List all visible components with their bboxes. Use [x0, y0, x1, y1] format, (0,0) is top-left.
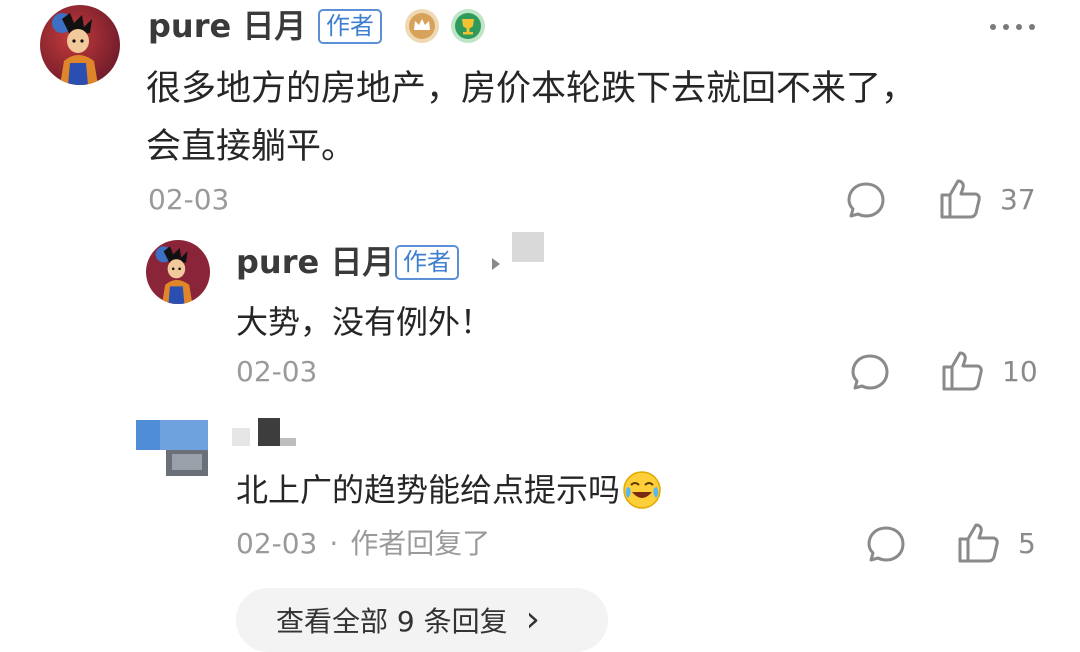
thumbs-up-icon[interactable] [938, 176, 982, 220]
reply-meta: 02-03 · 作者回复了 [236, 530, 490, 558]
thumbs-up-icon[interactable] [940, 348, 984, 392]
more-menu-icon[interactable] [990, 24, 1035, 30]
comment-bubble-icon[interactable] [850, 352, 890, 392]
author-tag: 作者 [318, 9, 382, 44]
comment-date: 02-03 [148, 183, 230, 216]
blurred-username [512, 232, 544, 262]
comment-username[interactable]: pure 日月 [148, 10, 306, 42]
blurred-username [232, 418, 296, 446]
chevron-right-icon: › [525, 599, 541, 640]
thumbs-up-icon[interactable] [956, 520, 1000, 564]
like-count: 37 [1000, 183, 1036, 216]
trophy-badge-icon[interactable] [450, 8, 486, 44]
avatar[interactable] [40, 5, 120, 85]
author-tag: 作者 [395, 245, 459, 280]
laughing-tears-emoji-icon [622, 470, 662, 510]
like-count: 5 [1018, 527, 1036, 560]
reply-date: 02-03 [236, 355, 318, 388]
reply-text-row: 北上广的趋势能给点提示吗 [236, 470, 662, 510]
avatar[interactable] [136, 420, 208, 476]
avatar[interactable] [146, 240, 210, 304]
comment-text-line1: 很多地方的房地产，房价本轮跌下去就回不来了， [146, 69, 917, 109]
like-count: 10 [1002, 355, 1038, 388]
comment-text-line2: 会直接躺平。 [146, 127, 357, 167]
comment-bubble-icon[interactable] [846, 180, 886, 220]
reply-text: 大势，没有例外！ [236, 303, 493, 341]
crown-badge-icon[interactable] [404, 8, 440, 44]
reply-date: 02-03 [236, 527, 318, 560]
author-replied-label: 作者回复了 [350, 527, 491, 560]
view-all-label: 查看全部 9 条回复 [276, 605, 508, 638]
meta-separator: · [329, 527, 339, 560]
reply-username[interactable]: pure 日月 [236, 246, 394, 278]
view-all-replies-button[interactable]: 查看全部 9 条回复 › [236, 588, 608, 652]
reply-arrow-icon [490, 256, 502, 270]
reply-text: 北上广的趋势能给点提示吗 [236, 471, 621, 509]
comment-bubble-icon[interactable] [866, 524, 906, 564]
